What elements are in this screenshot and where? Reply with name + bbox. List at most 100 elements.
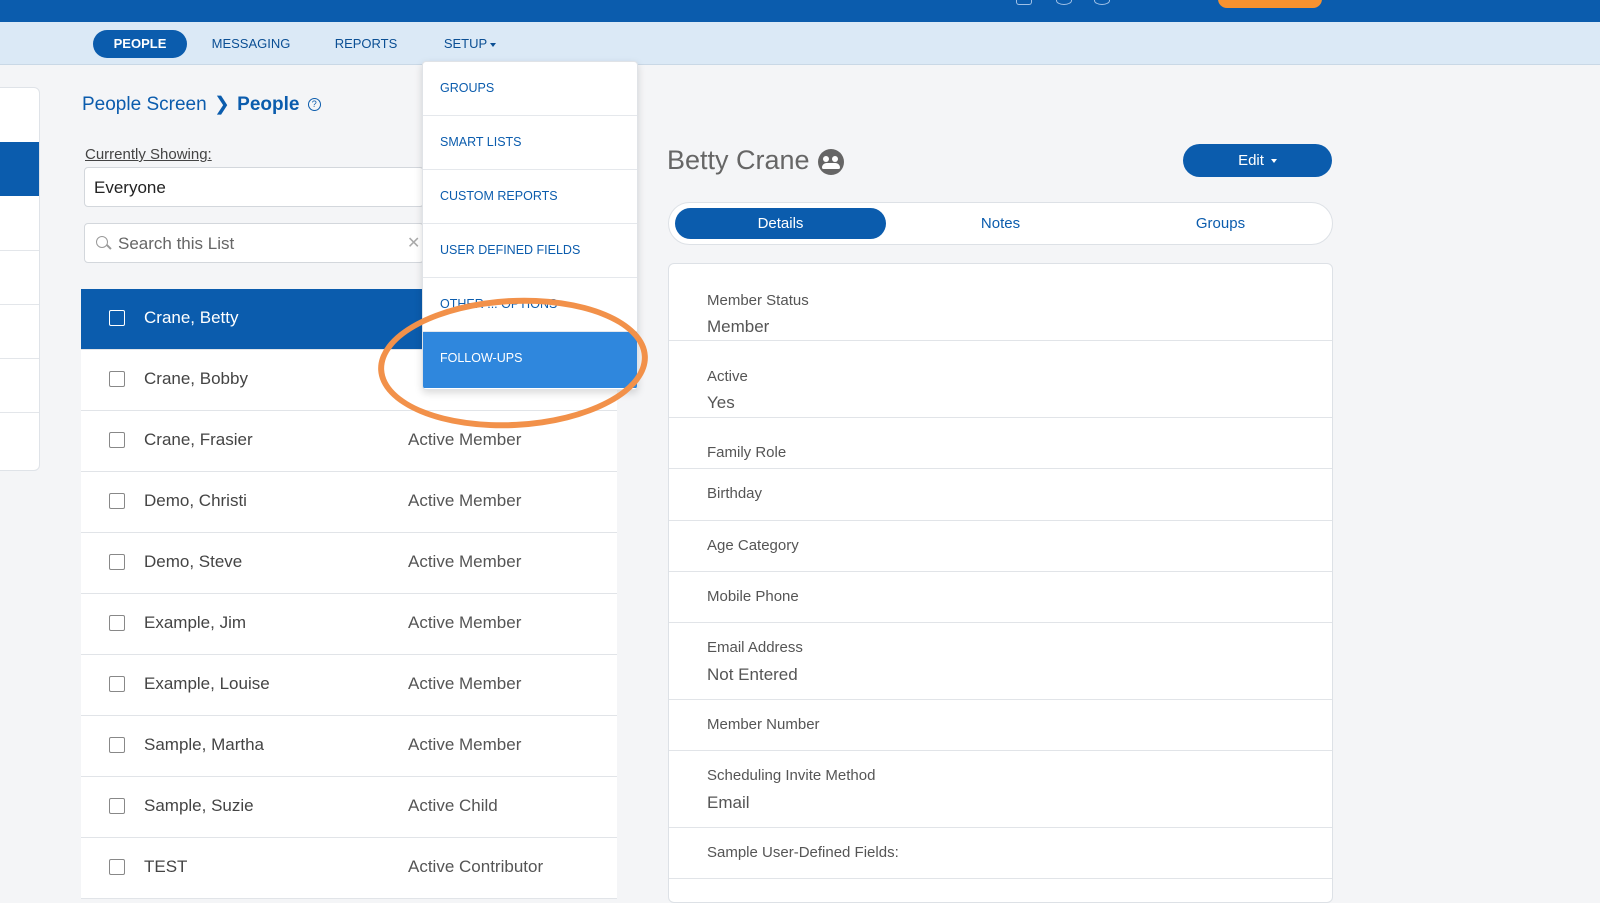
- menu-item-custom-reports[interactable]: CUSTOM REPORTS: [423, 170, 637, 224]
- row-checkbox[interactable]: [109, 310, 125, 326]
- field-label: Family Role: [707, 444, 787, 461]
- detail-field: Scheduling Invite Method Email: [669, 751, 1332, 828]
- person-name: Sample, Suzie: [144, 796, 254, 815]
- detail-tabs: Details Notes Groups: [668, 202, 1333, 245]
- person-name: Example, Jim: [144, 613, 247, 632]
- sidebar-item-active[interactable]: [0, 142, 39, 196]
- row-checkbox[interactable]: [109, 737, 125, 753]
- field-label: Birthday: [707, 485, 763, 502]
- detail-field: Age Category: [669, 521, 1332, 572]
- search-input[interactable]: [116, 224, 390, 264]
- person-name: Example, Louise: [144, 674, 270, 693]
- person-status: Active Member: [408, 674, 522, 693]
- row-checkbox[interactable]: [109, 676, 125, 692]
- list-select[interactable]: Everyone: [84, 167, 424, 207]
- person-name: Crane, Frasier: [144, 430, 253, 449]
- field-label: Age Category: [707, 537, 799, 554]
- field-label: Scheduling Invite Method: [707, 767, 876, 784]
- row-checkbox[interactable]: [109, 615, 125, 631]
- list-item[interactable]: TEST Active Contributor: [81, 838, 617, 899]
- person-status: Active Contributor: [408, 857, 544, 876]
- field-value: Not Entered: [707, 665, 798, 684]
- sidebar-divider: [0, 412, 39, 413]
- row-checkbox[interactable]: [109, 371, 125, 387]
- list-item[interactable]: Sample, Suzie Active Child: [81, 777, 617, 838]
- breadcrumb-current: People: [237, 94, 300, 115]
- person-status: Active Member: [408, 613, 522, 632]
- person-name: Sample, Martha: [144, 735, 264, 754]
- calendar-icon[interactable]: [1016, 0, 1032, 5]
- main-nav: PEOPLE MESSAGING REPORTS SETUP: [0, 22, 1600, 65]
- field-label: Email Address: [707, 639, 803, 656]
- currently-showing-label[interactable]: Currently Showing:: [85, 146, 212, 163]
- close-icon[interactable]: ✕: [407, 233, 420, 253]
- detail-field: Family Role: [669, 418, 1332, 469]
- field-value: Member: [707, 317, 770, 336]
- search-box: ✕: [84, 223, 424, 264]
- help-icon[interactable]: ?: [307, 98, 321, 112]
- field-label: Member Number: [707, 716, 820, 733]
- person-status: Active Member: [408, 735, 522, 754]
- detail-field: Birthday: [669, 469, 1332, 521]
- field-value: Yes: [707, 393, 735, 412]
- field-label: Mobile Phone: [707, 588, 799, 605]
- nav-messaging[interactable]: MESSAGING: [203, 30, 299, 58]
- nav-setup-label: SETUP: [443, 36, 488, 51]
- person-name: Crane, Bobby: [144, 369, 248, 388]
- field-label: Sample User-Defined Fields:: [707, 844, 899, 861]
- detail-field: Active Yes: [669, 341, 1332, 418]
- detail-field: Sample User-Defined Fields:: [669, 828, 1332, 879]
- detail-field: Member Number: [669, 700, 1332, 751]
- sidebar-divider: [0, 250, 39, 251]
- menu-item-groups[interactable]: GROUPS: [423, 62, 637, 116]
- breadcrumb: People Screen ❯ People ?: [82, 93, 321, 116]
- person-status: Active Member: [408, 430, 522, 449]
- breadcrumb-parent[interactable]: People Screen: [82, 94, 207, 115]
- list-item[interactable]: Demo, Steve Active Member: [81, 533, 617, 594]
- menu-item-smart-lists[interactable]: SMART LISTS: [423, 116, 637, 170]
- tab-details[interactable]: Details: [675, 208, 886, 239]
- list-item[interactable]: Example, Louise Active Member: [81, 655, 617, 716]
- left-sidebar: [0, 87, 40, 471]
- search-icon: [96, 236, 108, 248]
- person-name: Crane, Betty: [144, 308, 239, 327]
- nav-setup[interactable]: SETUP: [434, 30, 506, 58]
- list-item[interactable]: Demo, Christi Active Member: [81, 472, 617, 533]
- chevron-down-icon: [490, 42, 497, 47]
- person-status: Active Child: [408, 796, 498, 815]
- nav-reports[interactable]: REPORTS: [327, 30, 405, 58]
- list-item[interactable]: Example, Jim Active Member: [81, 594, 617, 655]
- sidebar-divider: [0, 358, 39, 359]
- top-bar: [0, 0, 1600, 22]
- sidebar-divider: [0, 304, 39, 305]
- bell-icon[interactable]: [1056, 0, 1072, 5]
- person-name: TEST: [144, 857, 188, 876]
- chevron-down-icon: [1270, 159, 1277, 164]
- field-label: Active: [707, 368, 748, 385]
- person-name: Demo, Christi: [144, 491, 247, 510]
- row-checkbox[interactable]: [109, 859, 125, 875]
- edit-button[interactable]: Edit: [1183, 144, 1332, 177]
- nav-people[interactable]: PEOPLE: [93, 30, 187, 58]
- detail-field: Member Status Member: [669, 264, 1332, 341]
- tab-groups[interactable]: Groups: [1115, 208, 1326, 239]
- row-checkbox[interactable]: [109, 554, 125, 570]
- detail-field: Mobile Phone: [669, 572, 1332, 623]
- top-action-button[interactable]: [1218, 0, 1322, 8]
- row-checkbox[interactable]: [109, 432, 125, 448]
- field-label: Member Status: [707, 292, 809, 309]
- person-status: Active Member: [408, 491, 522, 510]
- family-icon[interactable]: [818, 149, 844, 175]
- row-checkbox[interactable]: [109, 493, 125, 509]
- person-title: Betty Crane: [667, 145, 810, 175]
- menu-item-user-defined-fields[interactable]: USER DEFINED FIELDS: [423, 224, 637, 278]
- account-icon[interactable]: [1094, 0, 1110, 5]
- person-status: Active Member: [408, 552, 522, 571]
- details-panel: Member Status Member Active Yes Family Rol…: [668, 263, 1333, 903]
- row-checkbox[interactable]: [109, 798, 125, 814]
- list-item[interactable]: Sample, Martha Active Member: [81, 716, 617, 777]
- chevron-right-icon: ❯: [213, 94, 230, 115]
- tab-notes[interactable]: Notes: [895, 208, 1106, 239]
- person-name: Demo, Steve: [144, 552, 243, 571]
- detail-field: Email Address Not Entered: [669, 623, 1332, 700]
